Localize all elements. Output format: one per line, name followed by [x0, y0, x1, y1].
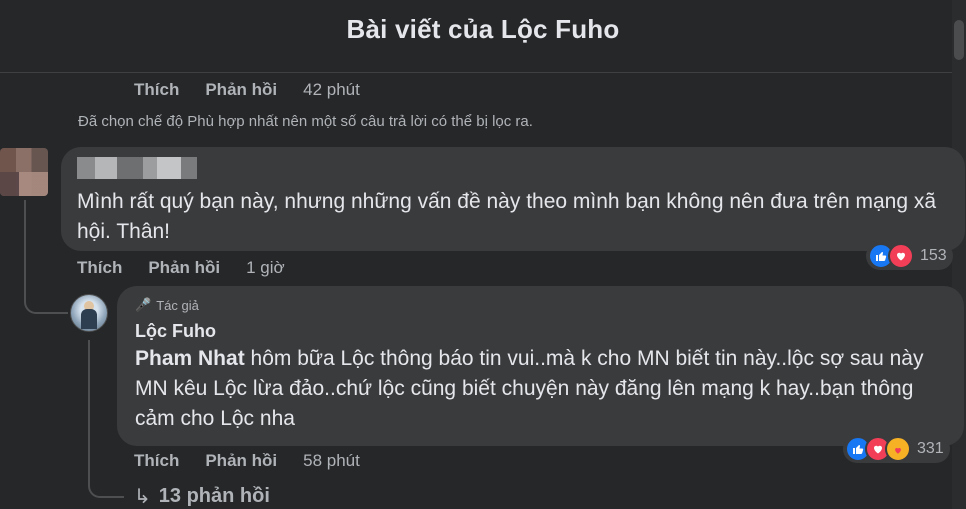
header-divider: [0, 72, 966, 73]
dialog-header: Bài viết của Lộc Fuho: [0, 0, 966, 58]
view-replies-label: 13 phản hồi: [158, 485, 270, 507]
scrollbar-thumb[interactable]: [954, 20, 964, 60]
page-title: Bài viết của Lộc Fuho: [346, 13, 620, 44]
like-button[interactable]: Thích: [134, 451, 179, 471]
reply-body: hôm bữa Lộc thông báo tin vui..mà k cho …: [135, 347, 924, 430]
author-name[interactable]: Lộc Fuho: [135, 320, 946, 342]
thread-connector: [24, 296, 68, 314]
filter-note: Đã chọn chế độ Phù hợp nhất nên một số c…: [78, 113, 533, 130]
reaction-count: 153: [920, 247, 947, 264]
reply-reactions[interactable]: 331: [843, 435, 950, 463]
reaction-count: 331: [917, 440, 944, 457]
comment-timestamp[interactable]: 42 phút: [303, 80, 360, 100]
commenter-name-blurred[interactable]: [77, 157, 949, 179]
reply-actions: Thích Phản hồi 58 phút: [134, 451, 360, 471]
comment-bubble: Mình rất quý bạn này, nhưng những vấn đề…: [61, 147, 965, 251]
reply-button[interactable]: Phản hồi: [205, 80, 277, 100]
author-badge-label: Tác giả: [156, 297, 199, 313]
avatar[interactable]: [0, 148, 48, 196]
reply-arrow-icon: ↳: [134, 486, 151, 508]
like-button[interactable]: Thích: [134, 80, 179, 100]
comment-text: Mình rất quý bạn này, nhưng những vấn đề…: [77, 190, 937, 243]
comment-actions: Thích Phản hồi 1 giờ: [77, 258, 285, 278]
reply-timestamp[interactable]: 58 phút: [303, 451, 360, 471]
mention-link[interactable]: Pham Nhat: [135, 347, 245, 370]
view-replies-link[interactable]: ↳ 13 phản hồi: [134, 484, 270, 509]
love-icon: [888, 243, 914, 269]
care-icon: [885, 436, 911, 462]
comment-reactions[interactable]: 153: [866, 242, 953, 270]
like-button[interactable]: Thích: [77, 258, 122, 278]
reply-button[interactable]: Phản hồi: [148, 258, 220, 278]
author-badge: 🎤 Tác giả: [135, 296, 946, 314]
reply-bubble: 🎤 Tác giả Lộc Fuho Pham Nhat hôm bữa Lộc…: [117, 286, 964, 446]
reply-button[interactable]: Phản hồi: [205, 451, 277, 471]
microphone-icon: 🎤: [135, 297, 152, 312]
author-avatar[interactable]: [70, 294, 108, 332]
comment-timestamp[interactable]: 1 giờ: [246, 258, 285, 278]
thread-line: [24, 200, 26, 300]
prev-comment-actions: Thích Phản hồi 42 phút: [134, 80, 360, 100]
reply-text: Pham Nhat hôm bữa Lộc thông báo tin vui.…: [135, 344, 946, 434]
